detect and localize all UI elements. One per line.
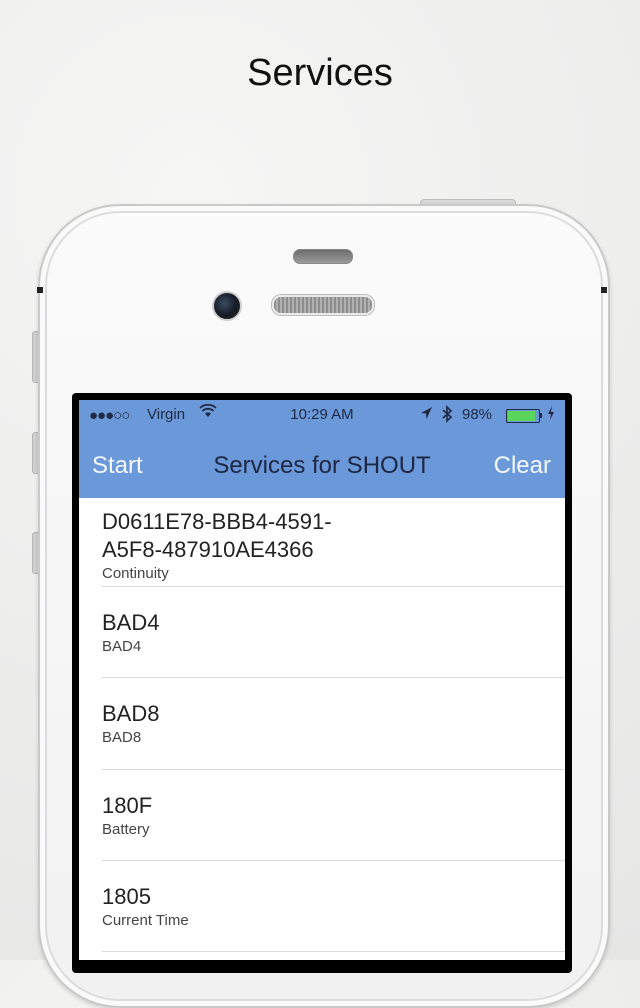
front-camera-icon [212, 291, 242, 321]
service-name: Battery [102, 821, 150, 838]
service-uuid: 180F [102, 793, 153, 818]
charging-bolt-icon [546, 405, 556, 425]
service-uuid: BAD4 [102, 610, 160, 635]
service-name: BAD8 [102, 729, 142, 746]
services-list: D0611E78-BBB4-4591- A5F8-487910AE4366 Co… [79, 498, 565, 952]
status-bar: ●●●○○ Virgin 10:29 AM 98% [79, 400, 565, 430]
clear-button[interactable]: Clear [494, 452, 551, 480]
service-name: BAD4 [102, 638, 142, 655]
service-uuid: 1805 [102, 884, 151, 909]
list-item-battery[interactable]: 180F Battery [102, 770, 565, 861]
list-item-bad4[interactable]: BAD4 BAD4 [102, 587, 565, 678]
service-uuid: D0611E78-BBB4-4591- A5F8-487910AE4366 [102, 509, 332, 562]
navigation-bar: Start Services for SHOUT Clear [79, 430, 565, 498]
battery-tip [540, 413, 542, 418]
list-item-current-time[interactable]: 1805 Current Time [102, 861, 565, 952]
battery-icon [506, 409, 540, 423]
app-display: ●●●○○ Virgin 10:29 AM 98% Start Services… [79, 400, 565, 960]
antenna-band-left [37, 287, 43, 293]
nav-title: Services for SHOUT [213, 452, 431, 479]
service-name: Continuity [102, 565, 169, 582]
status-time: 10:29 AM [290, 406, 354, 423]
location-arrow-icon [419, 405, 433, 425]
bluetooth-icon [441, 405, 453, 427]
proximity-sensor [293, 249, 353, 264]
list-item-bad8[interactable]: BAD8 BAD8 [102, 678, 565, 770]
service-uuid: BAD8 [102, 701, 160, 726]
service-name: Current Time [102, 912, 189, 929]
earpiece-speaker [272, 295, 374, 315]
battery-fill [508, 411, 535, 421]
list-item-continuity[interactable]: D0611E78-BBB4-4591- A5F8-487910AE4366 Co… [102, 498, 565, 587]
page-heading: Services [247, 52, 393, 94]
battery-percent: 98% [462, 406, 493, 423]
antenna-band-right [601, 287, 607, 293]
